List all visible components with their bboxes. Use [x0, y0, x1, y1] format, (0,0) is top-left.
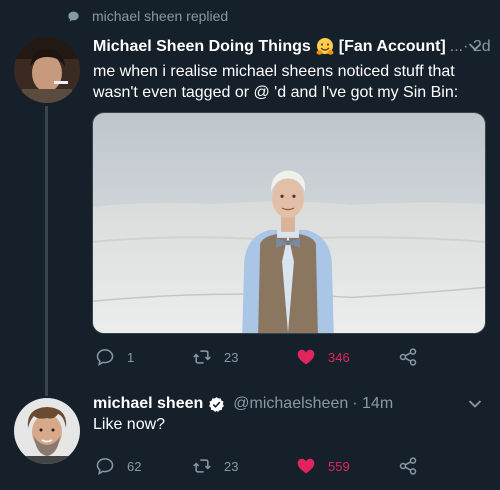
reply-count: 62 [127, 458, 142, 474]
reply-context-text: michael sheen replied [92, 8, 229, 24]
author-handle[interactable]: @michaelsheen [233, 395, 348, 413]
author-name[interactable]: Michael Sheen Doing Things [93, 38, 311, 56]
share-button[interactable] [398, 455, 430, 477]
tweet-actions: 62 23 559 [95, 455, 425, 477]
tweet-text: me when i realise michael sheens noticed… [93, 63, 459, 101]
retweet-count: 23 [224, 349, 239, 365]
chevron-down-icon[interactable] [468, 399, 482, 409]
retweet-button[interactable]: 23 [192, 346, 238, 368]
tweet-actions: 1 23 346 [95, 346, 425, 368]
tweet-photo[interactable] [92, 112, 486, 334]
share-button[interactable] [398, 346, 430, 368]
reply-button[interactable]: 1 [95, 346, 134, 368]
share-icon [399, 348, 417, 366]
chat-bubble-icon [67, 10, 80, 23]
reply-icon [96, 349, 114, 366]
reply-icon [96, 458, 114, 475]
avatar[interactable] [14, 398, 80, 464]
avatar[interactable] [14, 37, 80, 103]
like-button[interactable]: 559 [296, 455, 350, 477]
reply-context: michael sheen replied [67, 6, 228, 26]
heart-icon [297, 458, 315, 474]
retweet-button[interactable]: 23 [192, 455, 238, 477]
reply-button[interactable]: 62 [95, 455, 141, 477]
author-name[interactable]: michael sheen [93, 395, 203, 413]
share-icon [399, 457, 417, 475]
author-tag: [Fan Account] [338, 38, 446, 55]
retweet-icon [193, 350, 211, 364]
like-count: 559 [328, 458, 350, 474]
tweet-text: Like now? [93, 416, 166, 433]
retweet-count: 23 [224, 458, 239, 474]
heart-icon [297, 349, 315, 365]
retweet-icon [193, 459, 211, 473]
thread-line [45, 106, 48, 396]
hugging-face-emoji-icon [315, 37, 335, 57]
tweet-header: michael sheen @michaelsheen · 14m [93, 393, 393, 415]
chevron-down-icon[interactable] [468, 42, 482, 52]
reply-count: 1 [127, 349, 135, 365]
like-count: 346 [328, 349, 350, 365]
verified-badge-icon [208, 396, 225, 413]
like-button[interactable]: 346 [296, 346, 350, 368]
tweet-meta[interactable]: · 14m [352, 395, 393, 413]
tweet-header: Michael Sheen Doing Things [Fan Account]… [93, 36, 491, 58]
